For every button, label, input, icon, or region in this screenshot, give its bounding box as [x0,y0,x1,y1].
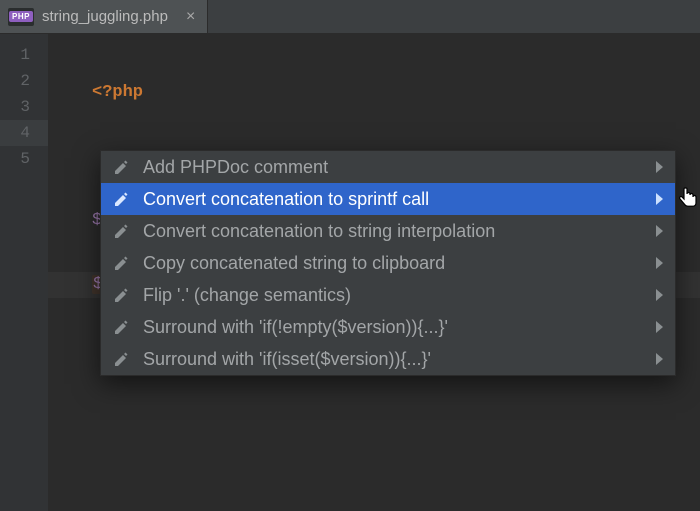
chevron-right-icon [656,193,663,205]
line-number: 1 [0,42,48,68]
line-number: 4 [0,120,48,146]
code-line: <?php [92,80,700,106]
editor-tab[interactable]: PHP string_juggling.php × [0,0,208,33]
chevron-right-icon [656,257,663,269]
menu-item-add-phpdoc[interactable]: Add PHPDoc comment [101,151,675,183]
tab-bar: PHP string_juggling.php × [0,0,700,34]
chevron-right-icon [656,225,663,237]
edit-icon [113,286,131,304]
chevron-right-icon [656,321,663,333]
menu-item-label: Convert concatenation to string interpol… [143,221,644,242]
chevron-right-icon [656,161,663,173]
tab-filename: string_juggling.php [42,8,168,25]
line-number: 3 [0,94,48,120]
php-file-icon: PHP [8,8,34,26]
menu-item-label: Copy concatenated string to clipboard [143,253,644,274]
chevron-right-icon [656,353,663,365]
chevron-right-icon [656,289,663,301]
intention-actions-menu: Add PHPDoc comment Convert concatenation… [100,150,676,376]
edit-icon [113,190,131,208]
line-number: 2 [0,68,48,94]
php-open-tag: <?php [92,83,143,102]
menu-item-label: Add PHPDoc comment [143,157,644,178]
edit-icon [113,350,131,368]
menu-item-label: Surround with 'if(!empty($version)){...}… [143,317,644,338]
menu-item-label: Surround with 'if(isset($version)){...}' [143,349,644,370]
edit-icon [113,318,131,336]
menu-item-convert-interpolation[interactable]: Convert concatenation to string interpol… [101,215,675,247]
menu-item-convert-sprintf[interactable]: Convert concatenation to sprintf call [101,183,675,215]
menu-item-flip-dot[interactable]: Flip '.' (change semantics) [101,279,675,311]
close-icon[interactable]: × [186,9,195,25]
edit-icon [113,222,131,240]
menu-item-label: Convert concatenation to sprintf call [143,189,644,210]
edit-icon [113,254,131,272]
menu-item-copy-clipboard[interactable]: Copy concatenated string to clipboard [101,247,675,279]
menu-item-surround-isset[interactable]: Surround with 'if(isset($version)){...}' [101,343,675,375]
line-number: 5 [0,146,48,172]
menu-item-surround-empty[interactable]: Surround with 'if(!empty($version)){...}… [101,311,675,343]
line-gutter: 1 2 3 4 5 [0,34,48,511]
menu-item-label: Flip '.' (change semantics) [143,285,644,306]
edit-icon [113,158,131,176]
